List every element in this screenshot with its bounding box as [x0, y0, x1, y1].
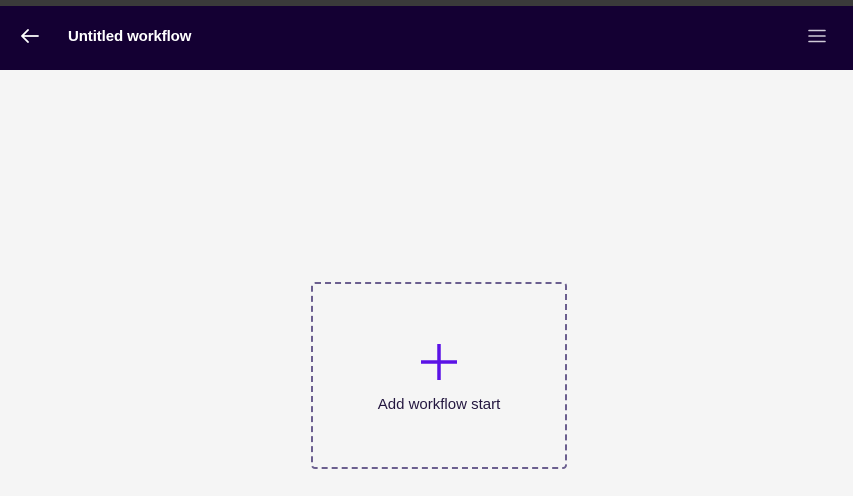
app-header: Untitled workflow — [0, 6, 853, 70]
hamburger-menu-icon — [808, 29, 826, 48]
add-workflow-start-button[interactable]: Add workflow start — [311, 282, 567, 469]
page-title: Untitled workflow — [68, 28, 192, 45]
arrow-left-icon — [21, 28, 39, 48]
add-workflow-start-label: Add workflow start — [377, 396, 501, 413]
plus-icon — [420, 343, 458, 381]
menu-button[interactable] — [803, 24, 831, 52]
back-button[interactable] — [16, 24, 44, 52]
